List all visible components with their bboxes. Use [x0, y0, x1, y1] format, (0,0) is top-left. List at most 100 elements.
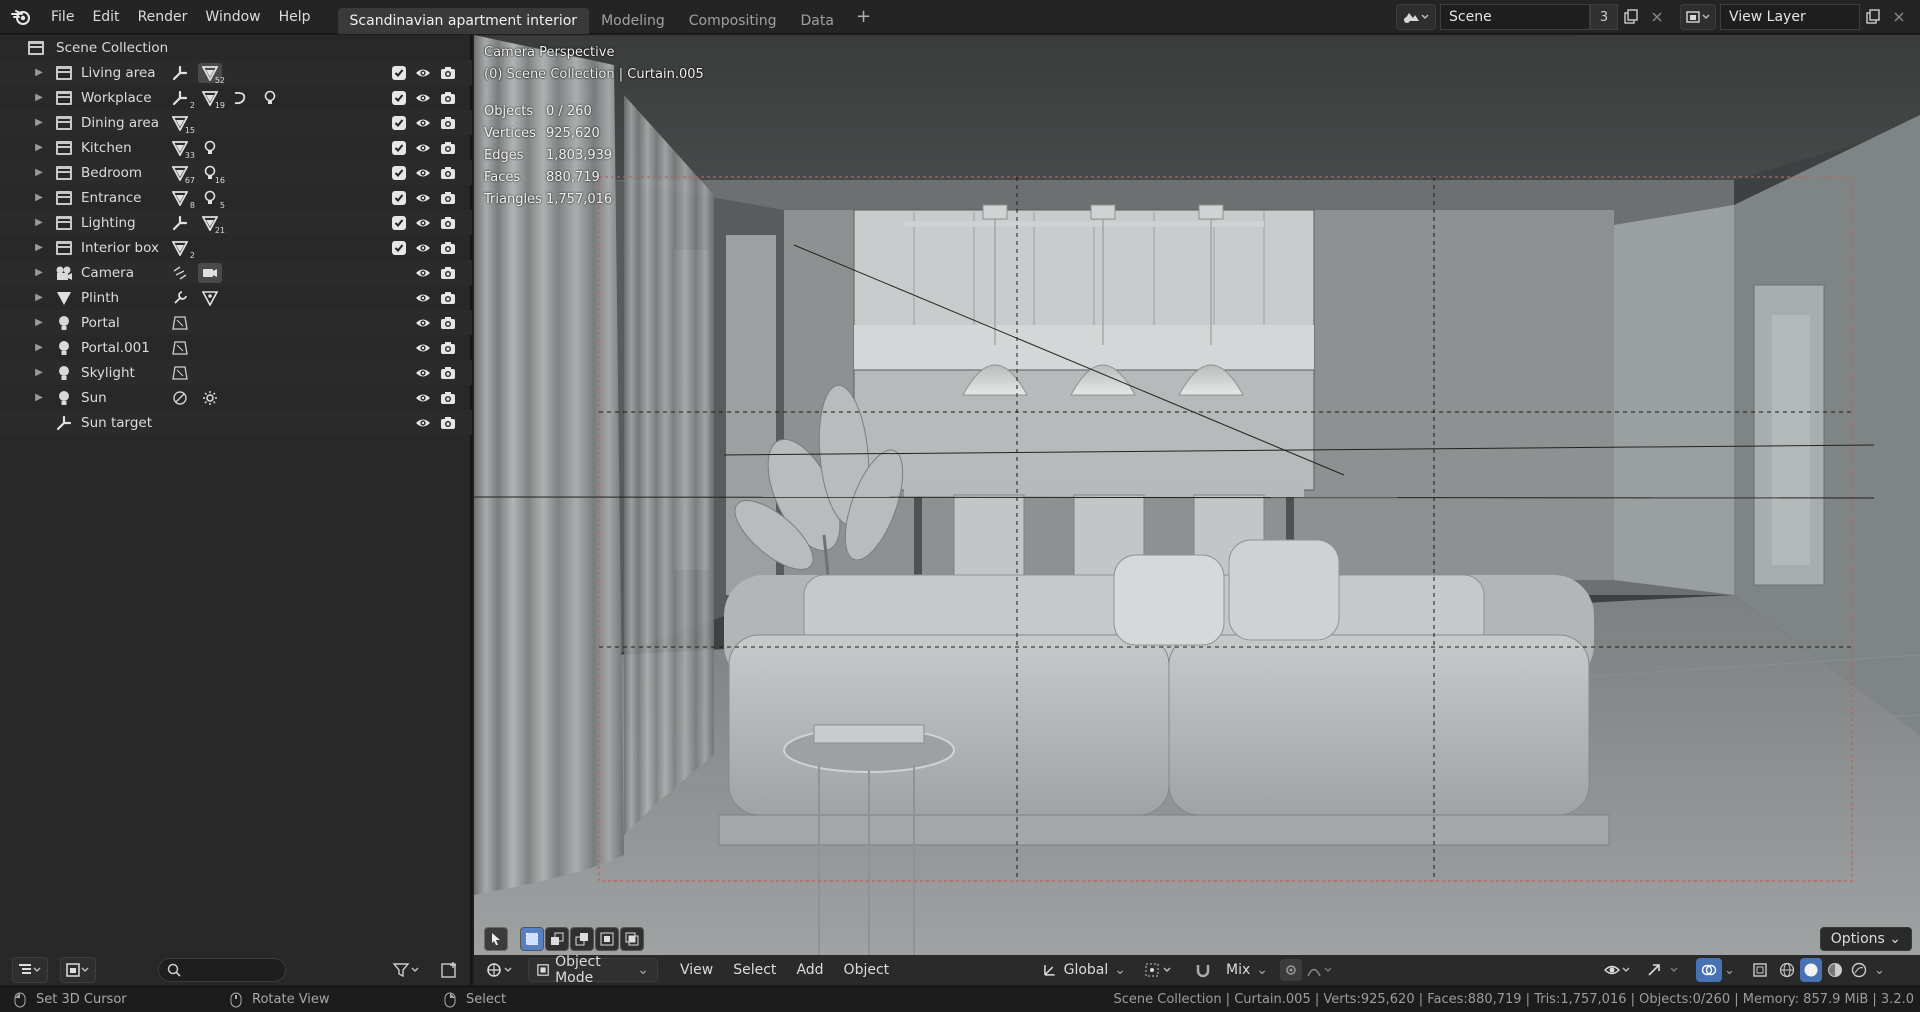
menu-render[interactable]: Render — [129, 0, 197, 34]
expand-arrow-icon[interactable]: ▶ — [33, 167, 45, 178]
transform-orientation-dropdown[interactable]: Global ⌄ — [1034, 958, 1134, 982]
pivot-point-dropdown[interactable] — [1144, 958, 1184, 982]
render-camera-icon[interactable] — [439, 114, 457, 132]
outliner-row-sun[interactable]: ▶ Sun — [0, 385, 472, 410]
render-camera-icon[interactable] — [439, 164, 457, 182]
outliner-row-sun-target[interactable]: Sun target — [0, 410, 472, 435]
scene-type-dropdown[interactable] — [1396, 4, 1436, 30]
viewport-menu-object[interactable]: Object — [834, 962, 900, 978]
falloff-dropdown[interactable] — [1306, 958, 1342, 982]
light-icon[interactable]: 16 — [198, 163, 225, 185]
delete-view-layer-button[interactable] — [1886, 4, 1912, 30]
light-icon[interactable]: 5 — [198, 188, 225, 210]
expand-arrow-icon[interactable]: ▶ — [33, 342, 45, 353]
visibility-eye-icon[interactable] — [414, 89, 432, 107]
exclude-checkbox[interactable] — [392, 190, 406, 205]
outliner-row-dining-area[interactable]: ▶ Dining area 15 — [0, 110, 472, 135]
light-icon[interactable] — [198, 138, 222, 158]
render-camera-icon[interactable] — [439, 414, 457, 432]
display-mode-dropdown[interactable] — [60, 957, 96, 983]
select-invert-mode-button[interactable] — [595, 926, 619, 951]
curve-icon[interactable] — [228, 88, 252, 108]
render-camera-icon[interactable] — [439, 389, 457, 407]
exclude-checkbox[interactable] — [392, 165, 406, 180]
outliner-row-bedroom[interactable]: ▶ Bedroom 67 16 — [0, 160, 472, 185]
view-layer-type-dropdown[interactable] — [1680, 4, 1716, 30]
scene-collection-row[interactable]: Scene Collection — [0, 35, 472, 60]
visibility-eye-icon[interactable] — [414, 339, 432, 357]
visibility-eye-icon[interactable] — [414, 164, 432, 182]
shading-material-button[interactable] — [1824, 958, 1846, 982]
viewport-menu-select[interactable]: Select — [723, 962, 786, 978]
menu-help[interactable]: Help — [270, 0, 320, 34]
visibility-eye-icon[interactable] — [414, 364, 432, 382]
render-camera-icon[interactable] — [439, 64, 457, 82]
expand-arrow-icon[interactable]: ▶ — [33, 92, 45, 103]
overlays-dropdown[interactable]: ⌄ — [1724, 958, 1738, 982]
outliner-row-skylight[interactable]: ▶ Skylight — [0, 360, 472, 385]
outliner-row-interior-box[interactable]: ▶ Interior box 2 — [0, 235, 472, 260]
armature-icon[interactable] — [168, 213, 192, 233]
render-camera-icon[interactable] — [439, 189, 457, 207]
options-dropdown[interactable]: Options ⌄ — [1819, 927, 1912, 951]
3d-viewport[interactable]: Camera Perspective (0) Scene Collection … — [474, 35, 1920, 985]
constraint-target-icon[interactable] — [168, 388, 192, 408]
render-camera-icon[interactable] — [439, 239, 457, 257]
viewport-menu-add[interactable]: Add — [786, 962, 833, 978]
select-extend-mode-button[interactable] — [545, 926, 569, 951]
tab-compositing[interactable]: Compositing — [677, 8, 789, 34]
expand-arrow-icon[interactable]: ▶ — [33, 117, 45, 128]
visibility-eye-icon[interactable] — [414, 389, 432, 407]
menu-file[interactable]: File — [42, 0, 83, 34]
expand-arrow-icon[interactable]: ▶ — [33, 242, 45, 253]
shading-solid-button[interactable] — [1800, 958, 1822, 982]
render-camera-icon[interactable] — [439, 139, 457, 157]
visibility-eye-icon[interactable] — [414, 114, 432, 132]
outliner-search-input[interactable] — [158, 958, 286, 982]
expand-arrow-icon[interactable]: ▶ — [33, 142, 45, 153]
editor-type-dropdown[interactable] — [12, 957, 48, 983]
armature-icon[interactable]: 2 — [168, 88, 195, 110]
new-collection-button[interactable] — [438, 958, 462, 982]
mesh-icon[interactable]: 2 — [168, 238, 195, 260]
tab-data[interactable]: Data — [789, 8, 846, 34]
exclude-checkbox[interactable] — [392, 215, 406, 230]
expand-arrow-icon[interactable]: ▶ — [33, 192, 45, 203]
mesh-icon[interactable]: 21 — [198, 213, 225, 235]
select-subtract-mode-button[interactable] — [570, 926, 594, 951]
constraint-icon[interactable] — [168, 263, 192, 283]
mesh-icon[interactable]: 67 — [168, 163, 195, 185]
overlays-toggle[interactable] — [1696, 958, 1722, 982]
visibility-dropdown[interactable] — [1604, 958, 1640, 982]
expand-arrow-icon[interactable]: ▶ — [33, 317, 45, 328]
mesh-data-icon[interactable] — [198, 288, 222, 308]
outliner-row-lighting[interactable]: ▶ Lighting 21 — [0, 210, 472, 235]
outliner-row-plinth[interactable]: ▶ Plinth — [0, 285, 472, 310]
mesh-icon[interactable]: 15 — [168, 113, 195, 135]
xray-toggle[interactable] — [1748, 958, 1772, 982]
object-mode-dropdown[interactable]: Object Mode ⌄ — [528, 954, 658, 985]
visibility-eye-icon[interactable] — [414, 414, 432, 432]
camera-data-icon[interactable] — [198, 262, 222, 283]
select-tool-button[interactable] — [484, 926, 508, 951]
render-camera-icon[interactable] — [439, 339, 457, 357]
armature-icon[interactable] — [168, 63, 192, 83]
expand-arrow-icon[interactable]: ▶ — [33, 267, 45, 278]
mesh-icon[interactable]: 52 — [198, 62, 225, 85]
render-camera-icon[interactable] — [439, 289, 457, 307]
add-workspace-button[interactable]: + — [846, 0, 881, 34]
visibility-eye-icon[interactable] — [414, 289, 432, 307]
view-layer-name-field[interactable]: View Layer — [1720, 4, 1860, 30]
new-scene-button[interactable] — [1618, 4, 1644, 30]
outliner-row-living-area[interactable]: ▶ Living area 52 — [0, 60, 472, 85]
expand-arrow-icon[interactable]: ▶ — [33, 367, 45, 378]
render-camera-icon[interactable] — [439, 89, 457, 107]
shading-rendered-button[interactable] — [1848, 958, 1870, 982]
blender-logo-icon[interactable] — [0, 0, 42, 34]
menu-edit[interactable]: Edit — [83, 0, 128, 34]
exclude-checkbox[interactable] — [392, 240, 406, 255]
visibility-eye-icon[interactable] — [414, 189, 432, 207]
expand-arrow-icon[interactable]: ▶ — [33, 392, 45, 403]
delete-scene-button[interactable] — [1644, 4, 1670, 30]
visibility-eye-icon[interactable] — [414, 264, 432, 282]
